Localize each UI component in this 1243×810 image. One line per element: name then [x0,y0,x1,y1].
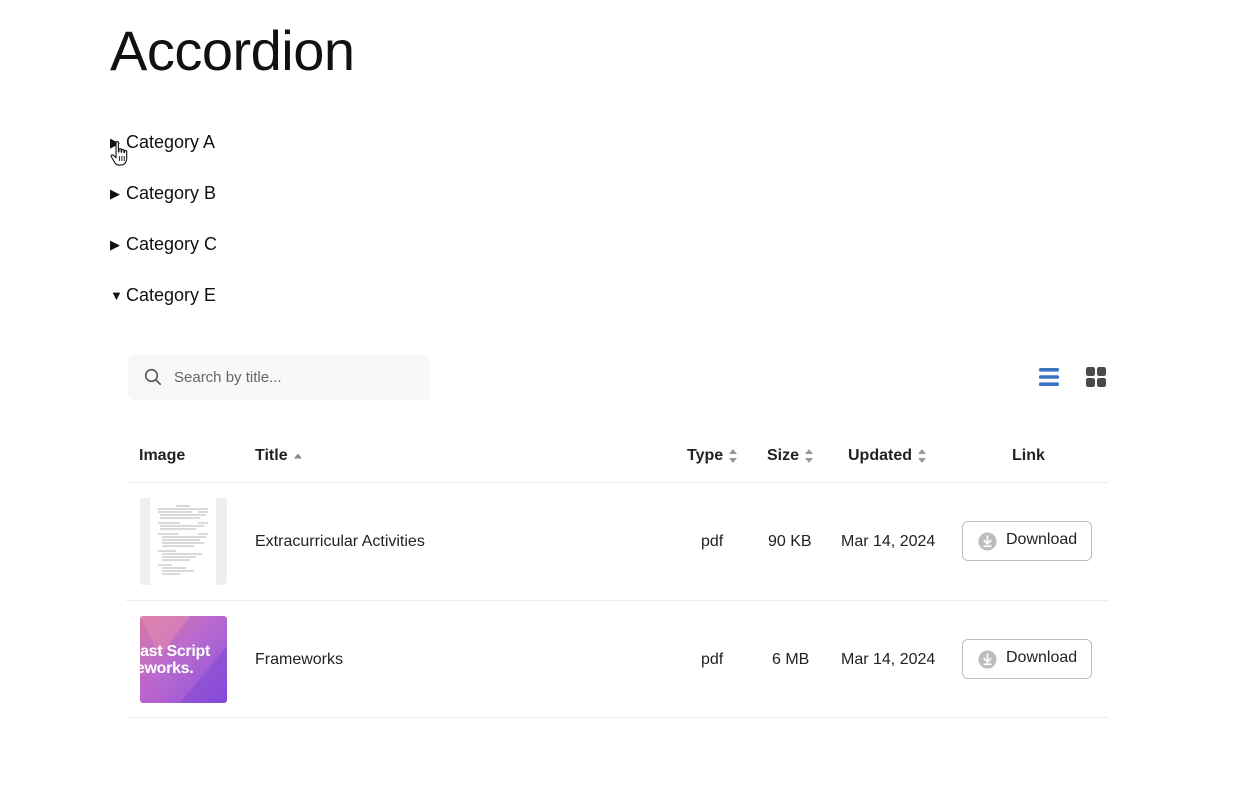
cover-title-line: dcast Script [140,643,210,660]
list-view-icon[interactable] [1037,365,1061,389]
sort-icon [918,449,926,463]
column-header-label: Image [139,447,186,464]
accordion-item-category-b[interactable]: ▶ Category B [110,180,216,206]
row-size: 90 KB [768,533,812,550]
column-header-label: Updated [848,447,912,464]
cover-title: dcast Script meworks. [140,643,210,677]
column-header-image: Image [139,445,185,467]
download-icon [978,532,997,551]
podcast-cover-thumbnail[interactable]: dcast Script meworks. [140,616,227,703]
column-header-title[interactable]: Title [255,445,302,467]
divider [126,482,1108,483]
row-type: pdf [701,533,724,550]
grid-view-icon[interactable] [1084,365,1108,389]
cover-title-line: meworks. [140,660,194,677]
download-icon [978,650,997,669]
download-label: Download [1006,649,1078,666]
accordion-label: Category C [126,233,218,254]
hand-cursor-icon [110,141,128,166]
accordion-label: Category E [126,284,217,305]
column-header-type[interactable]: Type [687,445,738,467]
sort-icon [729,449,738,463]
sort-ascending-icon [293,453,302,459]
accordion-item-category-e[interactable]: ▼ Category E [110,282,216,308]
search-input[interactable] [174,355,414,400]
row-type: pdf [701,651,724,668]
column-header-label: Link [1012,447,1045,464]
search-icon [144,368,162,386]
download-button[interactable]: Download [962,521,1092,561]
column-header-label: Type [687,447,724,464]
caret-right-icon: ▶ [110,185,120,201]
divider [126,600,1108,601]
document-thumbnail[interactable] [140,498,227,585]
accordion-label: Category A [126,131,216,152]
column-header-link: Link [1012,445,1045,467]
column-header-updated[interactable]: Updated [848,445,926,467]
row-size: 6 MB [772,651,810,668]
row-updated: Mar 14, 2024 [841,533,936,550]
sort-icon [805,449,814,463]
download-label: Download [1006,531,1078,548]
caret-right-icon: ▶ [110,236,120,252]
download-button[interactable]: Download [962,639,1092,679]
column-header-size[interactable]: Size [767,445,814,467]
row-updated: Mar 14, 2024 [841,651,936,668]
accordion-item-category-c[interactable]: ▶ Category C [110,231,217,257]
row-title: Extracurricular Activities [255,533,425,550]
row-title: Frameworks [255,651,344,668]
accordion-label: Category B [126,182,217,203]
divider [126,717,1108,718]
document-preview-image [150,498,216,585]
search-box[interactable] [128,355,430,400]
caret-down-icon: ▼ [110,287,123,303]
column-header-label: Title [255,447,288,464]
page-title: Accordion [110,19,355,82]
column-header-label: Size [767,447,800,464]
